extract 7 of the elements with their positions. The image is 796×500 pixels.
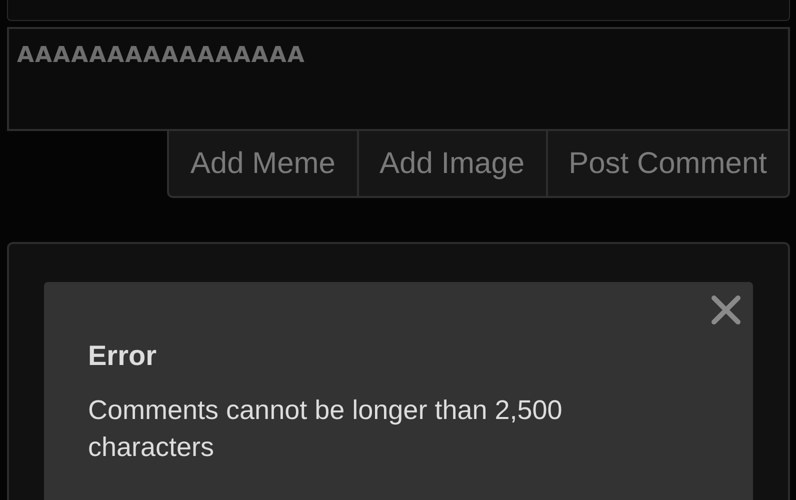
comment-field[interactable]: AAAAAAAAAAAAAAAA xyxy=(7,27,790,131)
action-button[interactable]: Add Image xyxy=(356,131,548,198)
close-icon[interactable] xyxy=(711,295,741,325)
dialog-title: Error xyxy=(88,340,158,372)
action-button[interactable]: Post Comment xyxy=(546,131,790,198)
error-message: Comments cannot be longer than 2,500 characters xyxy=(88,394,564,464)
action-button[interactable]: Add Meme xyxy=(167,131,358,198)
